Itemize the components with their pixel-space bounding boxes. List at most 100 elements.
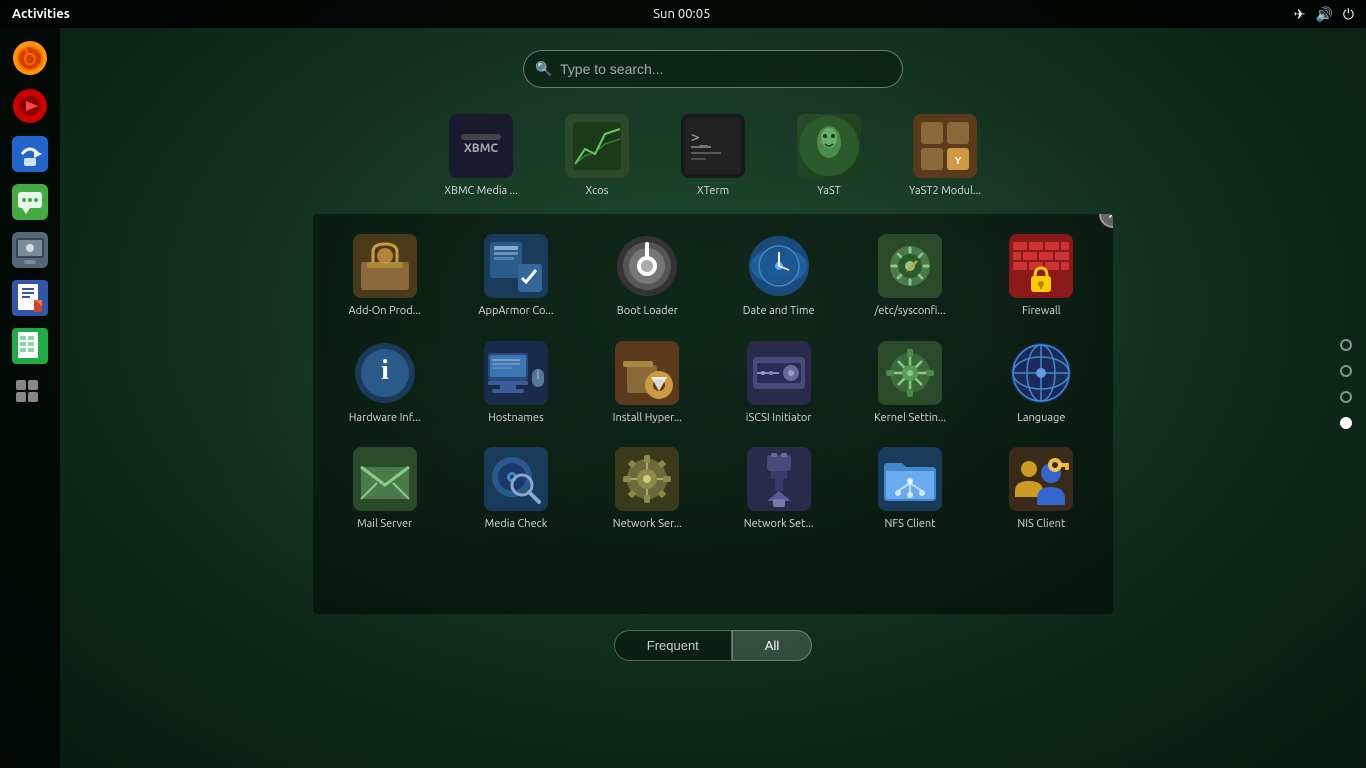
app-icon-mediacheck bbox=[484, 447, 548, 511]
dock-item-backup[interactable] bbox=[8, 132, 52, 176]
app-item-datetime[interactable]: Date and Time bbox=[715, 224, 842, 326]
app-label-xbmc: XBMC Media ... bbox=[444, 184, 518, 198]
app-label-hwinfo: Hardware Inf... bbox=[349, 411, 421, 425]
app-item-nisclient[interactable]: NIS Client bbox=[978, 437, 1105, 539]
topbar: Activities Sun 00:05 ✈ 🔊 ⏻ bbox=[0, 0, 1366, 28]
app-label-datetime: Date and Time bbox=[743, 304, 815, 318]
app-label-xterm: XTerm bbox=[697, 184, 729, 198]
app-item-yast2[interactable]: Y YaST2 Modul... bbox=[890, 104, 1000, 206]
app-panel: ✕ Add-On Prod... bbox=[313, 214, 1113, 614]
app-label-installhyper: Install Hyper... bbox=[613, 411, 682, 425]
app-icon-language bbox=[1009, 341, 1073, 405]
app-label-nfsclient: NFS Client bbox=[885, 517, 936, 531]
app-label-networkser: Network Ser... bbox=[613, 517, 682, 531]
app-label-language: Language bbox=[1017, 411, 1065, 425]
app-icon-etcsysconfig bbox=[878, 234, 942, 298]
system-tray: ✈ 🔊 ⏻ bbox=[1294, 6, 1354, 23]
app-icon-hostnames bbox=[484, 341, 548, 405]
app-label-yast2: YaST2 Modul... bbox=[909, 184, 981, 198]
svg-text:>_: >_ bbox=[691, 130, 708, 146]
workspace-switcher bbox=[1340, 339, 1352, 429]
app-label-apparmor: AppArmor Co... bbox=[478, 304, 553, 318]
app-item-etcsysconfig[interactable]: /etc/sysconfi... bbox=[846, 224, 973, 326]
app-item-networkset[interactable]: Network Set... bbox=[715, 437, 842, 539]
app-icon-iscsi bbox=[747, 341, 811, 405]
app-item-networkser[interactable]: Network Ser... bbox=[584, 437, 711, 539]
app-icon-yast2: Y bbox=[913, 114, 977, 178]
search-container: 🔍 bbox=[523, 50, 903, 88]
app-item-bootloader[interactable]: Boot Loader bbox=[584, 224, 711, 326]
app-icon-installhyper bbox=[615, 341, 679, 405]
app-item-mailserver[interactable]: Mail Server bbox=[321, 437, 448, 539]
app-item-firewall[interactable]: Firewall bbox=[978, 224, 1105, 326]
app-label-etcsysconfig: /etc/sysconfi... bbox=[874, 304, 945, 318]
apps-grid: Add-On Prod... bbox=[321, 224, 1105, 539]
app-item-xbmc[interactable]: XBMC XBMC Media ... bbox=[426, 104, 536, 206]
app-label-iscsi: iSCSI Initiator bbox=[746, 411, 812, 425]
tab-all[interactable]: All bbox=[732, 630, 812, 661]
dock-item-apps[interactable] bbox=[8, 372, 52, 416]
app-icon-hwinfo: i bbox=[353, 341, 417, 405]
app-icon-bootloader bbox=[615, 234, 679, 298]
app-icon-firewall bbox=[1009, 234, 1073, 298]
dock-item-rhythmbox[interactable] bbox=[8, 84, 52, 128]
tab-frequent[interactable]: Frequent bbox=[614, 630, 732, 661]
app-item-nfsclient[interactable]: NFS Client bbox=[846, 437, 973, 539]
app-item-hostnames[interactable]: Hostnames bbox=[452, 331, 579, 433]
workspace-dot-3[interactable] bbox=[1340, 391, 1352, 403]
app-item-mediacheck[interactable]: Media Check bbox=[452, 437, 579, 539]
app-icon-kernel bbox=[878, 341, 942, 405]
power-icon[interactable]: ⏻ bbox=[1343, 6, 1354, 23]
main-content: 🔍 XBMC XBMC Media ... bbox=[60, 28, 1366, 768]
app-item-addon[interactable]: Add-On Prod... bbox=[321, 224, 448, 326]
app-label-mediacheck: Media Check bbox=[485, 517, 548, 531]
volume-icon[interactable]: 🔊 bbox=[1315, 6, 1332, 23]
app-label-yast: YaST bbox=[817, 184, 841, 198]
app-item-xcos[interactable]: Xcos bbox=[542, 104, 652, 206]
workspace-dot-2[interactable] bbox=[1340, 365, 1352, 377]
clock-display: Sun 00:05 bbox=[653, 7, 710, 21]
app-icon-datetime bbox=[747, 234, 811, 298]
dock-item-calc[interactable] bbox=[8, 324, 52, 368]
app-icon-xcos bbox=[565, 114, 629, 178]
svg-text:Y: Y bbox=[955, 155, 962, 166]
app-item-installhyper[interactable]: Install Hyper... bbox=[584, 331, 711, 433]
app-label-firewall: Firewall bbox=[1022, 304, 1061, 318]
app-item-iscsi[interactable]: iSCSI Initiator bbox=[715, 331, 842, 433]
app-item-yast[interactable]: YaST bbox=[774, 104, 884, 206]
dock-item-firefox[interactable] bbox=[8, 36, 52, 80]
dock-item-empathy[interactable] bbox=[8, 180, 52, 224]
app-item-hwinfo[interactable]: i Hardware Inf... bbox=[321, 331, 448, 433]
app-label-xcos: Xcos bbox=[586, 184, 609, 198]
workspace-dot-1[interactable] bbox=[1340, 339, 1352, 351]
workspace-dot-4[interactable] bbox=[1340, 417, 1352, 429]
bottom-tabs: Frequent All bbox=[614, 630, 813, 661]
app-label-addon: Add-On Prod... bbox=[349, 304, 421, 318]
app-label-hostnames: Hostnames bbox=[488, 411, 543, 425]
app-icon-networkser bbox=[615, 447, 679, 511]
app-icon-yast bbox=[797, 114, 861, 178]
dock-item-writer[interactable] bbox=[8, 276, 52, 320]
app-icon-xterm: >_ bbox=[681, 114, 745, 178]
dock-item-screenshot[interactable] bbox=[8, 228, 52, 272]
search-input[interactable] bbox=[523, 50, 903, 88]
app-icon-networkset bbox=[747, 447, 811, 511]
app-item-apparmor[interactable]: AppArmor Co... bbox=[452, 224, 579, 326]
svg-text:XBMC: XBMC bbox=[464, 142, 499, 155]
app-item-language[interactable]: Language bbox=[978, 331, 1105, 433]
svg-text:i: i bbox=[381, 355, 389, 386]
app-icon-xbmc: XBMC bbox=[449, 114, 513, 178]
app-label-mailserver: Mail Server bbox=[357, 517, 412, 531]
panel-scroll[interactable]: Add-On Prod... bbox=[313, 214, 1113, 614]
app-label-kernel: Kernel Settin... bbox=[874, 411, 946, 425]
app-label-networkset: Network Set... bbox=[744, 517, 814, 531]
app-icon-addon bbox=[353, 234, 417, 298]
app-item-kernel[interactable]: Kernel Settin... bbox=[846, 331, 973, 433]
app-icon-apparmor bbox=[484, 234, 548, 298]
airplane-icon[interactable]: ✈ bbox=[1294, 6, 1306, 23]
top-apps-row: XBMC XBMC Media ... Xcos bbox=[426, 104, 1000, 206]
app-item-xterm[interactable]: >_ XTerm bbox=[658, 104, 768, 206]
search-icon: 🔍 bbox=[535, 61, 552, 78]
app-icon-nisclient bbox=[1009, 447, 1073, 511]
activities-button[interactable]: Activities bbox=[12, 7, 70, 21]
